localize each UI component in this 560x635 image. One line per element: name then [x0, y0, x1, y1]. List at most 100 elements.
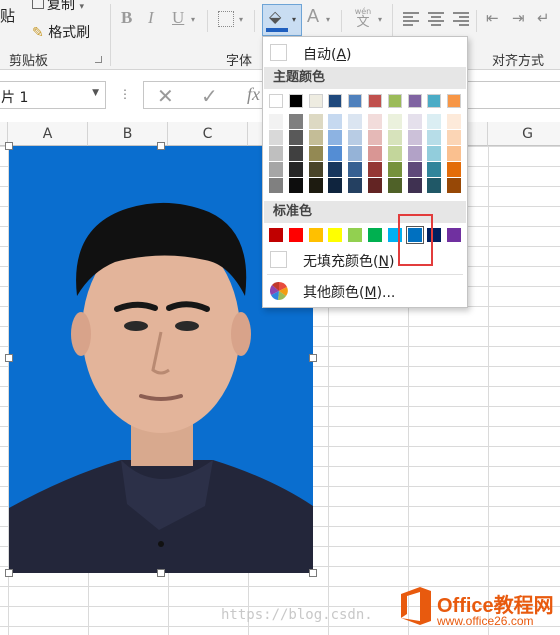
theme-shade-swatch[interactable] — [288, 130, 303, 145]
theme-shade-swatch[interactable] — [288, 178, 303, 193]
theme-shade-swatch[interactable] — [427, 130, 442, 145]
decrease-indent-icon[interactable]: ⇤ — [486, 9, 499, 27]
theme-shade-swatch[interactable] — [407, 146, 422, 161]
paste-button[interactable]: 贴 — [0, 5, 15, 26]
theme-shade-swatch[interactable] — [387, 114, 402, 129]
bold-button[interactable]: B — [121, 8, 132, 28]
theme-shade-swatch[interactable] — [407, 130, 422, 145]
clipboard-dialog-launcher-icon[interactable] — [95, 56, 102, 63]
font-color-button[interactable]: A — [307, 6, 319, 27]
resize-handle[interactable] — [309, 354, 317, 362]
theme-shade-swatch[interactable] — [427, 146, 442, 161]
theme-color-swatch[interactable] — [427, 94, 442, 108]
theme-shade-swatch[interactable] — [368, 146, 382, 161]
theme-shade-swatch[interactable] — [328, 130, 343, 145]
theme-shade-swatch[interactable] — [427, 162, 442, 177]
theme-shade-swatch[interactable] — [348, 162, 363, 177]
theme-shade-swatch[interactable] — [387, 162, 402, 177]
phonetic-dropdown-icon[interactable]: ▾ — [378, 15, 382, 24]
phonetic-guide-button[interactable]: wén 文 — [352, 8, 374, 30]
theme-shade-swatch[interactable] — [368, 130, 382, 145]
theme-shade-swatch[interactable] — [447, 130, 462, 145]
resize-handle[interactable] — [309, 569, 317, 577]
theme-shade-swatch[interactable] — [308, 146, 323, 161]
borders-dropdown-icon[interactable]: ▾ — [239, 15, 243, 24]
borders-icon[interactable] — [218, 11, 234, 27]
standard-color-swatch[interactable] — [328, 228, 343, 242]
theme-shade-swatch[interactable] — [407, 178, 422, 193]
theme-shade-swatch[interactable] — [328, 146, 343, 161]
theme-shade-swatch[interactable] — [387, 178, 402, 193]
column-header-b[interactable]: B — [88, 122, 168, 146]
theme-shade-swatch[interactable] — [447, 146, 462, 161]
column-header-g[interactable]: G — [488, 122, 560, 146]
cancel-icon[interactable]: ✕ — [157, 84, 174, 108]
theme-color-swatch[interactable] — [308, 94, 323, 108]
theme-shade-swatch[interactable] — [447, 114, 462, 129]
underline-dropdown-icon[interactable]: ▾ — [191, 15, 195, 24]
standard-color-swatch[interactable] — [308, 228, 323, 242]
more-options-icon[interactable]: ⋮ — [119, 87, 131, 101]
insert-function-icon[interactable]: fx — [247, 84, 260, 105]
align-right-icon[interactable] — [453, 12, 469, 26]
theme-shade-swatch[interactable] — [447, 162, 462, 177]
theme-color-swatch[interactable] — [348, 94, 363, 108]
standard-color-swatch[interactable] — [288, 228, 303, 242]
theme-shade-swatch[interactable] — [328, 162, 343, 177]
theme-shade-swatch[interactable] — [348, 146, 363, 161]
theme-shade-swatch[interactable] — [407, 162, 422, 177]
theme-color-swatch[interactable] — [368, 94, 382, 108]
theme-shade-swatch[interactable] — [269, 146, 283, 161]
column-header-a[interactable]: A — [8, 122, 88, 146]
name-box-dropdown-icon[interactable]: ▼ — [92, 88, 99, 98]
theme-shade-swatch[interactable] — [269, 178, 283, 193]
enter-icon[interactable]: ✓ — [201, 84, 218, 108]
name-box[interactable]: 片 1 ▼ — [0, 81, 106, 109]
theme-shade-swatch[interactable] — [269, 114, 283, 129]
menu-item-no-fill[interactable]: 无填充颜色(N) — [264, 248, 466, 272]
theme-shade-swatch[interactable] — [348, 114, 363, 129]
italic-button[interactable]: I — [148, 8, 154, 28]
theme-color-swatch[interactable] — [288, 94, 303, 108]
theme-shade-swatch[interactable] — [368, 114, 382, 129]
resize-handle[interactable] — [157, 142, 165, 150]
theme-shade-swatch[interactable] — [308, 178, 323, 193]
theme-color-swatch[interactable] — [447, 94, 462, 108]
theme-shade-swatch[interactable] — [407, 114, 422, 129]
align-center-icon[interactable] — [428, 12, 444, 26]
theme-shade-swatch[interactable] — [288, 162, 303, 177]
theme-shade-swatch[interactable] — [427, 178, 442, 193]
standard-color-swatch[interactable] — [447, 228, 462, 242]
standard-color-swatch[interactable] — [348, 228, 363, 242]
font-color-dropdown-icon[interactable]: ▾ — [326, 15, 330, 24]
resize-handle[interactable] — [5, 142, 13, 150]
standard-color-swatch[interactable] — [368, 228, 382, 242]
theme-shade-swatch[interactable] — [269, 130, 283, 145]
underline-button[interactable]: U — [172, 8, 184, 28]
theme-color-swatch[interactable] — [407, 94, 422, 108]
fill-color-button[interactable]: ⬙ ▾ — [262, 4, 302, 36]
increase-indent-icon[interactable]: ⇥ — [512, 9, 525, 27]
theme-shade-swatch[interactable] — [427, 114, 442, 129]
theme-shade-swatch[interactable] — [308, 162, 323, 177]
resize-handle[interactable] — [5, 569, 13, 577]
theme-shade-swatch[interactable] — [269, 162, 283, 177]
theme-shade-swatch[interactable] — [387, 130, 402, 145]
align-left-icon[interactable] — [403, 12, 419, 26]
column-header-c[interactable]: C — [168, 122, 248, 146]
theme-shade-swatch[interactable] — [288, 114, 303, 129]
theme-shade-swatch[interactable] — [328, 114, 343, 129]
theme-shade-swatch[interactable] — [368, 162, 382, 177]
theme-shade-swatch[interactable] — [328, 178, 343, 193]
theme-shade-swatch[interactable] — [348, 130, 363, 145]
theme-shade-swatch[interactable] — [348, 178, 363, 193]
theme-color-swatch[interactable] — [328, 94, 343, 108]
copy-button[interactable]: 复制 ▾ — [32, 0, 84, 14]
menu-item-more-colors[interactable]: 其他颜色(M)... — [264, 279, 466, 303]
resize-handle[interactable] — [5, 354, 13, 362]
theme-shade-swatch[interactable] — [447, 178, 462, 193]
theme-color-swatch[interactable] — [269, 94, 283, 108]
theme-shade-swatch[interactable] — [368, 178, 382, 193]
format-painter-button[interactable]: ✎ 格式刷 — [32, 22, 90, 42]
theme-shade-swatch[interactable] — [288, 146, 303, 161]
